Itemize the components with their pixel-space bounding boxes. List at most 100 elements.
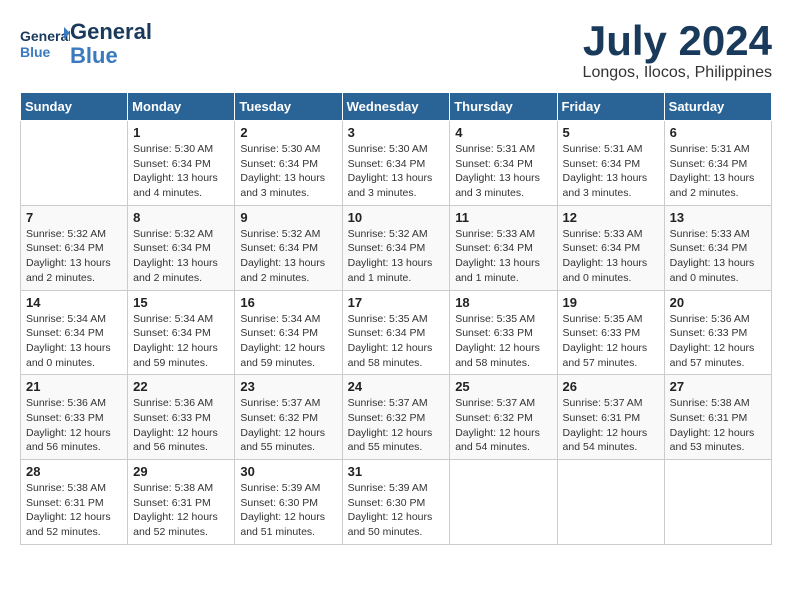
calendar-cell: 29 Sunrise: 5:38 AMSunset: 6:31 PMDayligh… [128,460,235,545]
calendar-cell: 2 Sunrise: 5:30 AMSunset: 6:34 PMDaylight… [235,121,342,206]
calendar-cell: 22 Sunrise: 5:36 AMSunset: 6:33 PMDayligh… [128,375,235,460]
calendar-cell: 19Sunrise: 5:35 AMSunset: 6:33 PMDayligh… [557,290,664,375]
day-info: Sunrise: 5:37 AMSunset: 6:32 PMDaylight:… [348,396,445,455]
header-friday: Friday [557,93,664,121]
day-info: Sunrise: 5:36 AMSunset: 6:33 PMDaylight:… [670,312,766,371]
day-number: 25 [455,379,551,394]
day-number: 1 [133,125,229,140]
day-info: Sunrise: 5:39 AMSunset: 6:30 PMDaylight:… [240,481,336,540]
calendar-table: SundayMondayTuesdayWednesdayThursdayFrid… [20,92,772,545]
day-number: 20 [670,295,766,310]
calendar-cell: 21Sunrise: 5:36 AMSunset: 6:33 PMDayligh… [21,375,128,460]
day-info: Sunrise: 5:31 AMSunset: 6:34 PMDaylight:… [455,142,551,201]
logo: General Blue General Blue [20,20,152,68]
day-number: 23 [240,379,336,394]
header-saturday: Saturday [664,93,771,121]
calendar-cell: 30 Sunrise: 5:39 AMSunset: 6:30 PMDayligh… [235,460,342,545]
page-header: General Blue General Blue July 2024 Long… [20,20,772,82]
day-number: 8 [133,210,229,225]
week-row-5: 28 Sunrise: 5:38 AMSunset: 6:31 PMDayligh… [21,460,772,545]
calendar-cell: 26Sunrise: 5:37 AMSunset: 6:31 PMDayligh… [557,375,664,460]
day-info: Sunrise: 5:35 AMSunset: 6:34 PMDaylight:… [348,312,445,371]
day-info: Sunrise: 5:35 AMSunset: 6:33 PMDaylight:… [563,312,659,371]
calendar-cell [21,121,128,206]
calendar-cell [557,460,664,545]
calendar-cell: 18Sunrise: 5:35 AMSunset: 6:33 PMDayligh… [450,290,557,375]
day-number: 18 [455,295,551,310]
day-number: 16 [240,295,336,310]
week-row-1: 1 Sunrise: 5:30 AMSunset: 6:34 PMDaylight… [21,121,772,206]
day-number: 21 [26,379,122,394]
svg-text:General: General [20,28,70,44]
day-number: 7 [26,210,122,225]
svg-text:Blue: Blue [20,44,51,60]
calendar-cell: 3 Sunrise: 5:30 AMSunset: 6:34 PMDaylight… [342,121,450,206]
calendar-cell: 8 Sunrise: 5:32 AMSunset: 6:34 PMDaylight… [128,205,235,290]
location: Longos, Ilocos, Philippines [583,64,772,82]
calendar-cell: 13 Sunrise: 5:33 AMSunset: 6:34 PMDayligh… [664,205,771,290]
day-info: Sunrise: 5:32 AMSunset: 6:34 PMDaylight:… [26,227,122,286]
calendar-cell: 31 Sunrise: 5:39 AMSunset: 6:30 PMDayligh… [342,460,450,545]
day-info: Sunrise: 5:38 AMSunset: 6:31 PMDaylight:… [133,481,229,540]
week-row-3: 14 Sunrise: 5:34 AMSunset: 6:34 PMDayligh… [21,290,772,375]
calendar-cell: 7 Sunrise: 5:32 AMSunset: 6:34 PMDaylight… [21,205,128,290]
header-monday: Monday [128,93,235,121]
day-number: 29 [133,464,229,479]
day-number: 11 [455,210,551,225]
calendar-cell: 9 Sunrise: 5:32 AMSunset: 6:34 PMDaylight… [235,205,342,290]
day-info: Sunrise: 5:34 AMSunset: 6:34 PMDaylight:… [133,312,229,371]
day-info: Sunrise: 5:39 AMSunset: 6:30 PMDaylight:… [348,481,445,540]
calendar-cell: 24 Sunrise: 5:37 AMSunset: 6:32 PMDayligh… [342,375,450,460]
calendar-cell [450,460,557,545]
day-number: 13 [670,210,766,225]
calendar-cell: 5Sunrise: 5:31 AMSunset: 6:34 PMDaylight… [557,121,664,206]
day-number: 31 [348,464,445,479]
day-info: Sunrise: 5:30 AMSunset: 6:34 PMDaylight:… [240,142,336,201]
day-info: Sunrise: 5:37 AMSunset: 6:32 PMDaylight:… [240,396,336,455]
day-info: Sunrise: 5:30 AMSunset: 6:34 PMDaylight:… [348,142,445,201]
day-info: Sunrise: 5:32 AMSunset: 6:34 PMDaylight:… [348,227,445,286]
header-tuesday: Tuesday [235,93,342,121]
day-info: Sunrise: 5:30 AMSunset: 6:34 PMDaylight:… [133,142,229,201]
calendar-cell: 25Sunrise: 5:37 AMSunset: 6:32 PMDayligh… [450,375,557,460]
day-number: 17 [348,295,445,310]
day-number: 4 [455,125,551,140]
month-title: July 2024 [583,20,772,62]
calendar-cell: 28Sunrise: 5:38 AMSunset: 6:31 PMDayligh… [21,460,128,545]
calendar-cell: 14Sunrise: 5:34 AMSunset: 6:34 PMDayligh… [21,290,128,375]
day-info: Sunrise: 5:33 AMSunset: 6:34 PMDaylight:… [670,227,766,286]
calendar-cell: 20 Sunrise: 5:36 AMSunset: 6:33 PMDayligh… [664,290,771,375]
day-number: 24 [348,379,445,394]
day-info: Sunrise: 5:31 AMSunset: 6:34 PMDaylight:… [563,142,659,201]
day-number: 22 [133,379,229,394]
day-info: Sunrise: 5:32 AMSunset: 6:34 PMDaylight:… [133,227,229,286]
day-info: Sunrise: 5:36 AMSunset: 6:33 PMDaylight:… [133,396,229,455]
logo-general: General [70,19,152,44]
day-info: Sunrise: 5:31 AMSunset: 6:34 PMDaylight:… [670,142,766,201]
calendar-cell: 1 Sunrise: 5:30 AMSunset: 6:34 PMDaylight… [128,121,235,206]
day-number: 3 [348,125,445,140]
header-wednesday: Wednesday [342,93,450,121]
day-info: Sunrise: 5:33 AMSunset: 6:34 PMDaylight:… [455,227,551,286]
title-block: July 2024 Longos, Ilocos, Philippines [583,20,772,82]
calendar-cell: 12 Sunrise: 5:33 AMSunset: 6:34 PMDayligh… [557,205,664,290]
calendar-header-row: SundayMondayTuesdayWednesdayThursdayFrid… [21,93,772,121]
day-number: 2 [240,125,336,140]
day-number: 10 [348,210,445,225]
logo-icon: General Blue [20,23,70,65]
day-number: 28 [26,464,122,479]
day-info: Sunrise: 5:32 AMSunset: 6:34 PMDaylight:… [240,227,336,286]
day-number: 30 [240,464,336,479]
day-number: 12 [563,210,659,225]
calendar-cell: 11 Sunrise: 5:33 AMSunset: 6:34 PMDayligh… [450,205,557,290]
day-info: Sunrise: 5:33 AMSunset: 6:34 PMDaylight:… [563,227,659,286]
day-number: 27 [670,379,766,394]
logo-blue: Blue [70,43,118,68]
day-number: 15 [133,295,229,310]
day-number: 14 [26,295,122,310]
day-info: Sunrise: 5:38 AMSunset: 6:31 PMDaylight:… [670,396,766,455]
calendar-cell: 17 Sunrise: 5:35 AMSunset: 6:34 PMDayligh… [342,290,450,375]
day-number: 9 [240,210,336,225]
day-info: Sunrise: 5:37 AMSunset: 6:31 PMDaylight:… [563,396,659,455]
calendar-cell: 15 Sunrise: 5:34 AMSunset: 6:34 PMDayligh… [128,290,235,375]
